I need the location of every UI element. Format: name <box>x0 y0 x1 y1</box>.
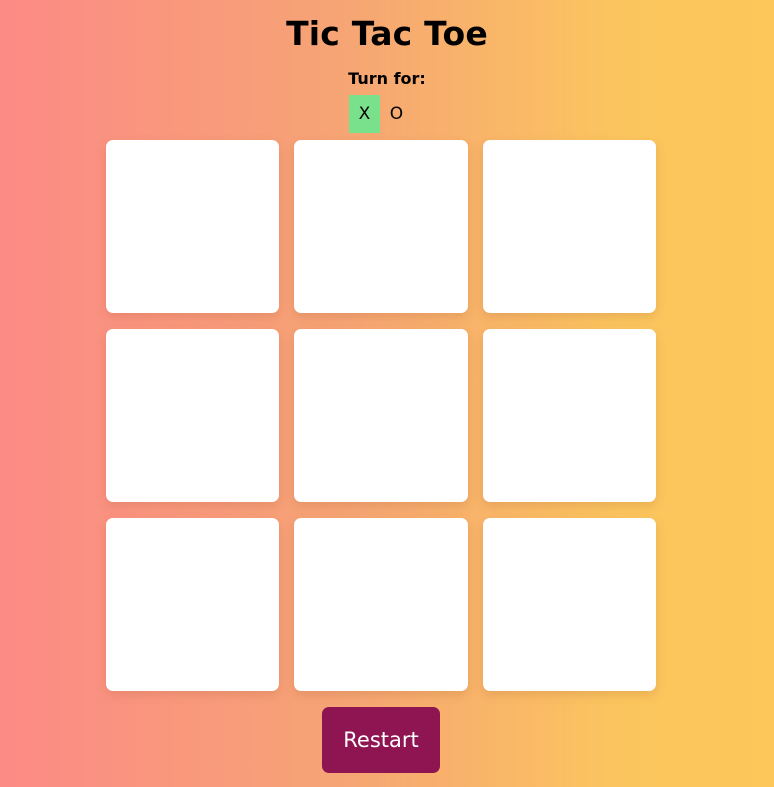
board-cell-5[interactable] <box>294 329 468 502</box>
board-cell-6[interactable] <box>483 329 656 502</box>
board-cell-1[interactable] <box>106 140 279 313</box>
turn-indicator: X O <box>349 95 412 133</box>
turn-label: Turn for: <box>348 69 426 88</box>
board-cell-9[interactable] <box>483 518 656 691</box>
turn-o-indicator: O <box>389 104 404 124</box>
board-cell-3[interactable] <box>483 140 656 313</box>
board-cell-2[interactable] <box>294 140 468 313</box>
game-board <box>106 140 656 691</box>
restart-button[interactable]: Restart <box>322 707 440 773</box>
turn-x-indicator: X <box>349 95 380 133</box>
board-cell-8[interactable] <box>294 518 468 691</box>
board-cell-7[interactable] <box>106 518 279 691</box>
board-cell-4[interactable] <box>106 329 279 502</box>
game-title: Tic Tac Toe <box>286 14 488 53</box>
